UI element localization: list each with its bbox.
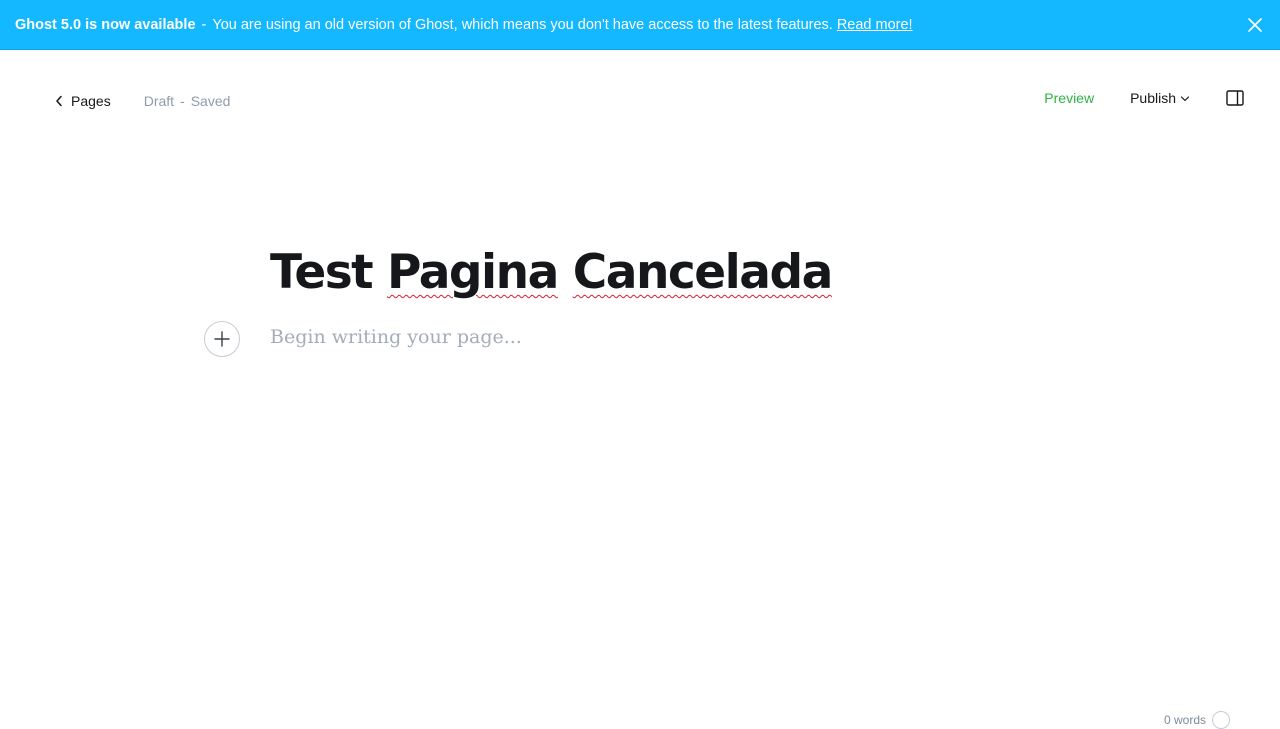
status-state: Draft [143,93,175,109]
word-count: 0 words [1164,711,1230,729]
title-word-misspelled: Pagina [387,245,559,300]
banner-separator: - [201,16,207,33]
banner-headline: Ghost 5.0 is now available [15,16,196,33]
back-to-pages-link[interactable]: Pages [55,93,111,109]
editor-header-left: Pages Draft - Saved [55,90,230,112]
chevron-down-icon [1180,96,1190,102]
status-saved: Saved [190,93,231,109]
post-status: Draft - Saved [144,93,231,109]
banner-message: You are using an old version of Ghost, w… [212,16,833,33]
chevron-left-icon [56,95,62,107]
word-count-label: 0 words [1163,713,1206,727]
help-icon[interactable] [1212,711,1230,729]
page-title[interactable]: Test Pagina Cancelada [270,245,834,300]
sidebar-toggle-icon[interactable] [1226,90,1244,106]
back-label: Pages [71,93,111,109]
status-separator: - [180,93,185,109]
update-banner: Ghost 5.0 is now available - You are usi… [0,0,1280,50]
banner-read-more-link[interactable]: Read more! [837,17,913,33]
title-word-misspelled: Cancelada [572,245,834,300]
publish-label: Publish [1130,90,1176,106]
preview-button[interactable]: Preview [1044,90,1094,106]
close-icon[interactable] [1246,16,1264,34]
plus-icon [214,331,230,347]
title-word: Test [270,245,374,300]
publish-button[interactable]: Publish [1130,90,1190,106]
add-card-button[interactable] [204,321,240,357]
body-editor[interactable]: Begin writing your page... [270,326,970,348]
editor-header-right: Preview Publish [1044,86,1244,110]
